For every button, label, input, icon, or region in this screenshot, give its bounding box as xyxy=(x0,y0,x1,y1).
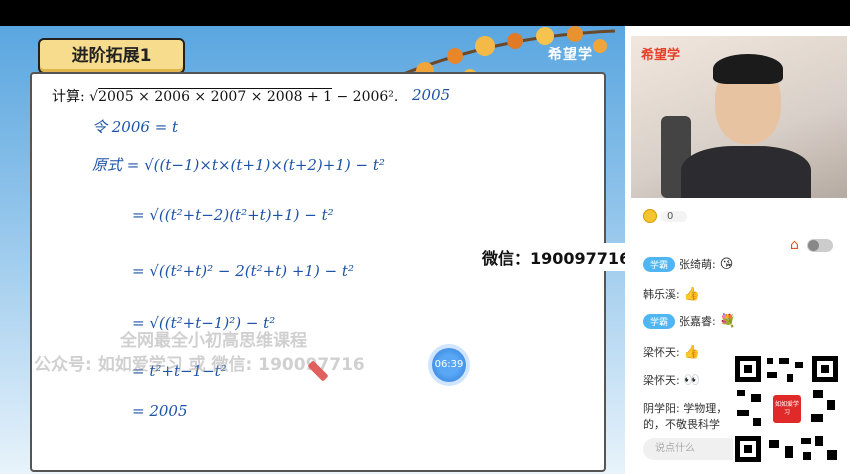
teacher-hair xyxy=(713,54,783,84)
watermark: 全网最全小初高思维课程 xyxy=(120,331,307,351)
problem-radicand: 2005 × 2006 × 2007 × 2008 + 1 xyxy=(98,89,333,105)
chat-message: 阴学阳: 学物理， xyxy=(643,400,727,416)
teacher-body xyxy=(681,146,811,198)
whiteboard: 计算: √2005 × 2006 × 2007 × 2008 + 1 − 200… xyxy=(30,72,606,472)
chat-message: 的，不敬畏科学 xyxy=(643,416,720,432)
thumbs-up-icon: 👍 xyxy=(683,286,700,302)
radical-sign-icon: √ xyxy=(89,89,99,105)
thumbs-up-icon: 👍 xyxy=(683,344,700,360)
qr-logo: 如如爱学习 xyxy=(773,395,801,423)
problem-statement: 计算: √2005 × 2006 × 2007 × 2008 + 1 − 200… xyxy=(52,86,398,106)
chat-author: 梁怀天: xyxy=(643,346,680,359)
chat-author: 韩乐溪: xyxy=(643,288,680,301)
chat-message: 梁怀天: 👍 xyxy=(643,344,700,360)
chat-toggle[interactable] xyxy=(806,238,833,252)
home-icon[interactable]: ⌂ xyxy=(790,237,799,253)
coin-count: 0 xyxy=(661,210,688,222)
eyes-icon: 👀 xyxy=(683,372,700,388)
chat-text: 阴学阳: 学物理， xyxy=(643,402,728,415)
chat-author: 张绮萌: xyxy=(679,258,716,271)
rank-badge: 学霸 xyxy=(643,256,676,272)
kiss-emoji-icon: 😘 xyxy=(719,256,734,272)
problem-prefix: 计算: xyxy=(52,89,85,105)
work-line: 原式 = √((t−1)×t×(t+1)×(t+2)+1) − t² xyxy=(92,156,385,174)
handwritten-answer: 2005 xyxy=(412,86,451,104)
slide-title: 进阶拓展1 xyxy=(38,38,185,74)
chat-author: 张嘉睿: xyxy=(679,315,716,328)
problem-suffix: − 2006². xyxy=(332,89,399,105)
wechat-overlay: 微信：190097716 xyxy=(480,243,633,271)
work-line: = √((t²+t)² − 2(t²+t) +1) − t² xyxy=(132,262,354,280)
work-line: = √((t²+t−2)(t²+t)+1) − t² xyxy=(132,206,334,224)
chat-message: 学霸 张嘉睿: 💐 xyxy=(643,313,736,329)
brand-logo: 希望学 xyxy=(548,47,593,63)
chat-message: 学霸 张绮萌: 😘 xyxy=(643,256,733,272)
timer-badge[interactable]: 06:39 xyxy=(432,348,466,382)
top-bar xyxy=(0,0,850,26)
chat-input[interactable]: 说点什么 xyxy=(643,438,747,460)
coin-icon xyxy=(643,209,657,223)
teacher-camera: 希望学 xyxy=(631,36,847,198)
camera-brand: 希望学 xyxy=(641,48,681,63)
work-line: 令 2006 = t xyxy=(92,118,179,136)
chat-controls: ⌂ xyxy=(790,237,833,253)
coin-counter: 0 xyxy=(643,208,688,224)
chat-message: 韩乐溪: 👍 xyxy=(643,286,700,302)
rank-badge: 学霸 xyxy=(643,313,676,329)
chat-message: 梁怀天: 👀 xyxy=(643,372,700,388)
chat-text: 的，不敬畏科学 xyxy=(643,418,720,431)
qr-code[interactable]: 如如爱学习 xyxy=(733,354,840,464)
work-line: = 2005 xyxy=(132,402,188,420)
flower-icon: 💐 xyxy=(719,313,736,329)
chat-author: 梁怀天: xyxy=(643,374,680,387)
